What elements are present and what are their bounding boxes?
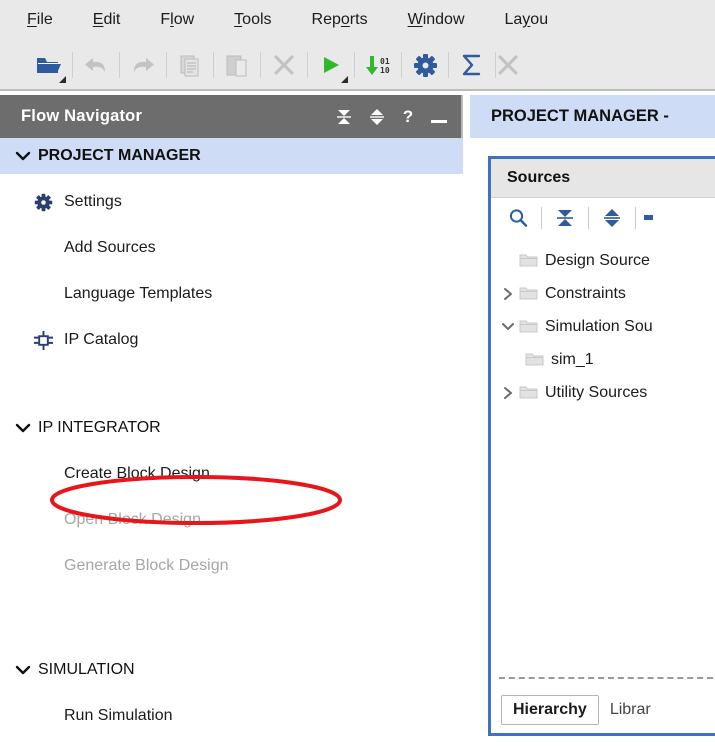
sidebar-item-run-simulation[interactable]: Run Simulation — [0, 698, 463, 734]
tree-row[interactable]: Constraints — [491, 277, 715, 310]
menu-item-tools[interactable]: Tools — [234, 11, 271, 29]
toolbar-separator — [541, 207, 542, 229]
sources-titlebar: Sources — [491, 159, 715, 198]
sidebar-item-ip-catalog[interactable]: IP Catalog — [0, 322, 463, 358]
chevron-right-icon[interactable] — [497, 386, 519, 400]
tree-row-label: Design Source — [545, 252, 650, 270]
folder-icon — [519, 319, 538, 334]
paste-icon[interactable] — [214, 43, 260, 87]
project-manager-body: Sources — [464, 138, 715, 753]
menu-item-reports[interactable]: Reports — [312, 11, 368, 29]
sidebar-item-label: Open Block Design — [64, 511, 201, 529]
sidebar-section-label: IP INTEGRATOR — [38, 419, 161, 437]
page-title: PROJECT MANAGER - — [491, 107, 669, 126]
tree-row[interactable]: sim_1 — [491, 343, 715, 376]
collapse-all-icon[interactable] — [550, 204, 580, 232]
sidebar-item-open-block-design[interactable]: Open Block Design — [0, 502, 463, 538]
sidebar-item-label: Generate Block Design — [64, 557, 229, 575]
sidebar-item-label: Run Simulation — [64, 707, 173, 725]
sidebar-item-label: IP Catalog — [64, 331, 138, 349]
sidebar-item-label: Settings — [64, 193, 122, 211]
more-options-icon[interactable] — [644, 204, 658, 232]
menu-item-edit[interactable]: Edit — [93, 11, 121, 29]
sidebar-section-ip-integrator[interactable]: IP INTEGRATOR — [0, 410, 463, 446]
svg-text:10: 10 — [380, 66, 390, 75]
sources-panel: Sources — [488, 156, 715, 736]
tree-row[interactable]: Design Source — [491, 244, 715, 277]
tree-row-label: Utility Sources — [545, 384, 647, 402]
ip-chip-icon — [30, 330, 56, 350]
sidebar-item-label: Language Templates — [64, 285, 212, 303]
sources-toolbar — [491, 198, 715, 238]
sidebar-section-simulation[interactable]: SIMULATION — [0, 652, 463, 688]
flow-navigator-title: Flow Navigator — [21, 107, 142, 126]
chevron-down-icon — [8, 665, 38, 675]
chevron-down-icon — [8, 151, 38, 161]
folder-icon — [519, 253, 538, 268]
close-x-icon[interactable] — [261, 43, 307, 87]
sidebar-section-label: PROJECT MANAGER — [38, 147, 201, 165]
sources-panel-title: Sources — [507, 169, 570, 187]
folder-icon — [519, 385, 538, 400]
gear-icon — [30, 192, 56, 212]
tree-row[interactable]: Utility Sources — [491, 376, 715, 409]
tree-row-label: Simulation Sou — [545, 318, 653, 336]
undo-icon[interactable] — [73, 43, 119, 87]
sources-tabstrip: Hierarchy Librar — [491, 687, 715, 733]
expand-all-icon[interactable] — [369, 108, 385, 126]
chevron-right-icon[interactable] — [497, 287, 519, 301]
sidebar-item-label: Create Block Design — [64, 465, 210, 483]
project-manager-header: PROJECT MANAGER - — [470, 95, 715, 138]
settings-gear-icon[interactable] — [402, 43, 448, 87]
dropdown-arrow-icon[interactable] — [59, 76, 66, 83]
tab-hierarchy[interactable]: Hierarchy — [501, 695, 599, 725]
sidebar-item-label: Add Sources — [64, 239, 156, 257]
collapse-all-icon[interactable] — [336, 108, 352, 126]
main-toolbar: 01 10 — [0, 39, 715, 91]
chevron-down-icon[interactable] — [497, 322, 519, 332]
search-icon[interactable] — [503, 204, 533, 232]
menu-item-window[interactable]: Window — [408, 11, 465, 29]
open-project-icon[interactable] — [26, 43, 72, 87]
expand-all-icon[interactable] — [597, 204, 627, 232]
flow-navigator-tree: PROJECT MANAGER Settings — [0, 138, 463, 753]
tree-row-label: Constraints — [545, 285, 626, 303]
panel-divider — [499, 677, 713, 679]
run-icon[interactable] — [308, 43, 354, 87]
toolbar-separator — [635, 207, 636, 229]
folder-icon — [519, 286, 538, 301]
menu-bar: File Edit Flow Tools Reports Window Layo… — [0, 0, 715, 39]
toolbar-separator — [588, 207, 589, 229]
menu-item-layout[interactable]: Layou — [505, 11, 549, 29]
vivado-window: File Edit Flow Tools Reports Window Layo… — [0, 0, 715, 753]
sigma-icon[interactable] — [449, 43, 495, 87]
chevron-down-icon — [8, 423, 38, 433]
menu-item-file[interactable]: File — [27, 11, 53, 29]
copy-icon[interactable] — [167, 43, 213, 87]
binary-download-icon[interactable]: 01 10 — [355, 43, 401, 87]
sidebar-item-create-block-design[interactable]: Create Block Design — [0, 456, 463, 492]
flow-navigator-header: Flow Navigator ? — [0, 95, 463, 138]
flow-navigator-header-icons: ? — [336, 108, 447, 126]
sidebar-item-settings[interactable]: Settings — [0, 184, 463, 220]
help-icon[interactable]: ? — [402, 108, 414, 126]
svg-text:01: 01 — [380, 57, 390, 66]
folder-icon — [525, 352, 544, 367]
dropdown-arrow-icon[interactable] — [341, 76, 348, 83]
close-x-icon-2[interactable] — [496, 43, 520, 87]
tree-row-label: sim_1 — [551, 351, 594, 369]
tree-row[interactable]: Simulation Sou — [491, 310, 715, 343]
sidebar-section-project-manager[interactable]: PROJECT MANAGER — [0, 138, 463, 174]
redo-icon[interactable] — [120, 43, 166, 87]
sidebar-item-generate-block-design[interactable]: Generate Block Design — [0, 548, 463, 584]
toolbar-bottom-edge — [0, 89, 715, 91]
tab-libraries[interactable]: Librar — [599, 696, 662, 724]
minimize-icon[interactable] — [431, 108, 447, 126]
sidebar-section-label: SIMULATION — [38, 661, 135, 679]
menu-item-flow[interactable]: Flow — [160, 11, 194, 29]
sources-tree: Design Source Constraints — [491, 238, 715, 409]
sidebar-item-language-templates[interactable]: Language Templates — [0, 276, 463, 312]
sidebar-item-add-sources[interactable]: Add Sources — [0, 230, 463, 266]
